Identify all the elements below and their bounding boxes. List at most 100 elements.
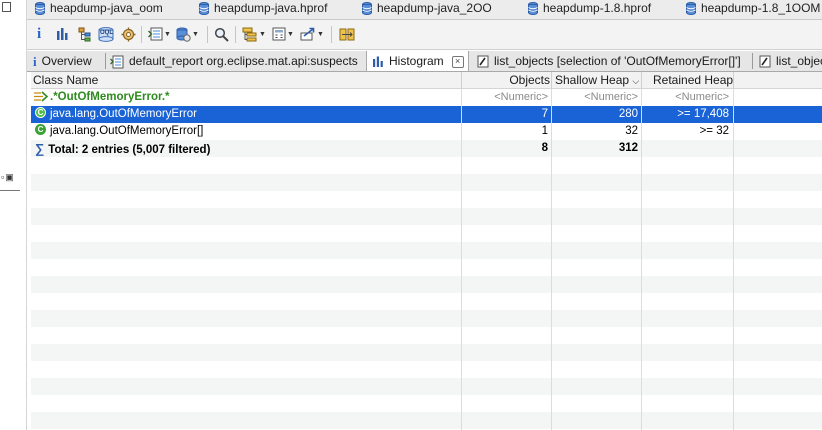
editor-file-tabs: heapdump-java_oom heapdump-java.hprof he… <box>27 0 822 20</box>
database-icon <box>686 2 696 16</box>
class-name-filter[interactable]: .*OutOfMemoryError.* <box>33 89 170 106</box>
oql-button[interactable]: OQL <box>98 25 114 43</box>
column-divider[interactable] <box>733 72 734 88</box>
toolbar-separator <box>235 26 236 43</box>
retained-heap-cell: >= 17,408 <box>677 108 729 120</box>
tab-overview-label: Overview <box>41 54 92 68</box>
file-tab[interactable]: heapdump-1.8.hprof <box>528 0 651 19</box>
sum-icon: ∑ <box>35 141 45 156</box>
database-icon <box>199 2 209 16</box>
column-header-class-name[interactable]: Class Name <box>33 72 98 88</box>
empty-table-row <box>31 225 822 242</box>
export-dropdown[interactable]: ▼ <box>300 25 324 43</box>
file-tab-label: heapdump-java_2OO <box>377 1 492 15</box>
list-objects-icon <box>759 55 771 68</box>
tab-list-objects[interactable]: list_objects [selection of 'OutOfMemoryE… <box>477 51 741 71</box>
empty-table-row <box>31 395 822 412</box>
toolbar-separator <box>207 26 208 43</box>
tab-list-objects-label: list_objects [selection of 'OutOfMemoryE… <box>494 54 741 68</box>
export-icon <box>300 27 315 41</box>
column-gridline <box>641 89 642 430</box>
objects-cell: 1 <box>541 125 548 137</box>
column-divider[interactable] <box>551 72 552 88</box>
dominator-tree-button[interactable] <box>78 25 92 43</box>
table-row[interactable]: Cjava.lang.OutOfMemoryError 7 280 >= 17,… <box>31 106 822 123</box>
class-name-text: java.lang.OutOfMemoryError[] <box>50 125 204 137</box>
file-tab-label: heapdump-java.hprof <box>214 1 328 15</box>
objects-cell: 7 <box>541 108 548 120</box>
total-shallow-heap-cell: 312 <box>618 142 638 154</box>
objects-filter[interactable]: <Numeric> <box>462 89 548 106</box>
close-icon[interactable]: × <box>451 55 464 68</box>
compare-button[interactable] <box>339 25 355 43</box>
file-tab[interactable]: heapdump-java_oom <box>35 0 163 19</box>
database-icon <box>35 2 45 16</box>
total-objects-cell: 8 <box>541 142 548 154</box>
file-tab-label: heapdump-1.8_1OOM <box>701 1 821 15</box>
gutter-divider <box>0 190 20 191</box>
queries-dropdown[interactable]: ▼ <box>176 25 199 43</box>
file-tab[interactable]: heapdump-java.hprof <box>199 0 327 19</box>
list-objects-icon <box>477 55 489 68</box>
oql-label: OQL <box>100 30 113 36</box>
calculator-icon <box>272 27 286 41</box>
overview-button[interactable]: i <box>37 25 41 43</box>
histogram-table: Class Name Objects Shallow Heap ⌵ Retain… <box>31 72 822 430</box>
left-gutter: ▫▣ <box>0 0 27 430</box>
column-divider[interactable] <box>641 72 642 88</box>
total-retained-heap-cell <box>642 140 729 157</box>
class-name-cell: Cjava.lang.OutOfMemoryError[] <box>35 123 203 140</box>
reports-dropdown[interactable]: ▼ <box>148 25 171 43</box>
histogram-button[interactable] <box>56 25 70 43</box>
sort-chevron-down-icon: ⌵ <box>632 76 640 86</box>
file-tab[interactable]: heapdump-java_2OO <box>362 0 492 19</box>
minimized-views-icon[interactable]: ▫▣ <box>1 173 15 182</box>
database-icon <box>362 2 372 16</box>
filter-row[interactable]: .*OutOfMemoryError.* <Numeric> <Numeric>… <box>31 89 822 106</box>
histogram-icon <box>57 28 68 40</box>
info-icon: i <box>33 53 37 69</box>
tab-separator <box>105 53 106 69</box>
group-by-dropdown[interactable]: ▼ <box>242 25 266 43</box>
empty-table-row <box>31 276 822 293</box>
table-row[interactable]: Cjava.lang.OutOfMemoryError[] 1 32 >= 32 <box>31 123 822 140</box>
empty-table-row <box>31 327 822 344</box>
tab-default-report[interactable]: default_report org.eclipse.mat.api:suspe… <box>110 51 358 71</box>
total-label-cell: ∑ Total: 2 entries (5,007 filtered) <box>35 140 210 157</box>
empty-table-row <box>31 191 822 208</box>
total-row: ∑ Total: 2 entries (5,007 filtered) 8 312 <box>31 140 822 157</box>
shallow-heap-cell: 32 <box>625 125 638 137</box>
restore-panel-icon[interactable] <box>2 2 11 12</box>
tab-overview[interactable]: i Overview <box>33 51 92 71</box>
chevron-down-icon: ▼ <box>164 30 171 38</box>
chevron-down-icon: ▼ <box>317 30 324 38</box>
file-tab[interactable]: heapdump-1.8_1OOM <box>686 0 820 19</box>
search-button[interactable] <box>214 25 229 43</box>
calculator-dropdown[interactable]: ▼ <box>272 25 294 43</box>
histogram-icon <box>373 56 383 67</box>
class-name-text: java.lang.OutOfMemoryError <box>50 108 197 120</box>
empty-table-row <box>31 242 822 259</box>
dominator-tree-icon <box>78 27 91 41</box>
retained-heap-cell: >= 32 <box>699 125 729 137</box>
report-icon <box>110 55 124 69</box>
chevron-down-icon: ▼ <box>259 30 266 38</box>
group-by-icon <box>242 27 257 41</box>
shallow-heap-filter[interactable]: <Numeric> <box>552 89 638 106</box>
column-header-retained-heap[interactable]: Retained Heap <box>653 72 735 88</box>
file-tab-label: heapdump-1.8.hprof <box>543 1 652 15</box>
empty-table-row <box>31 344 822 361</box>
empty-table-row <box>31 208 822 225</box>
tab-list-objects-2[interactable]: list_objects <box>759 51 822 71</box>
tab-separator <box>752 53 753 69</box>
retained-heap-filter[interactable]: <Numeric> <box>642 89 729 106</box>
database-icon <box>528 2 538 16</box>
column-header-shallow-heap[interactable]: Shallow Heap ⌵ <box>555 72 641 88</box>
column-gridline <box>461 89 462 430</box>
heap-dump-overview-button[interactable] <box>121 25 136 43</box>
tab-default-report-label: default_report org.eclipse.mat.api:suspe… <box>129 54 358 68</box>
total-label: Total: 2 entries (5,007 filtered) <box>48 144 211 156</box>
class-name-cell: Cjava.lang.OutOfMemoryError <box>35 106 197 123</box>
column-header-objects[interactable]: Objects <box>462 72 550 88</box>
tab-histogram[interactable]: Histogram × <box>366 51 469 71</box>
